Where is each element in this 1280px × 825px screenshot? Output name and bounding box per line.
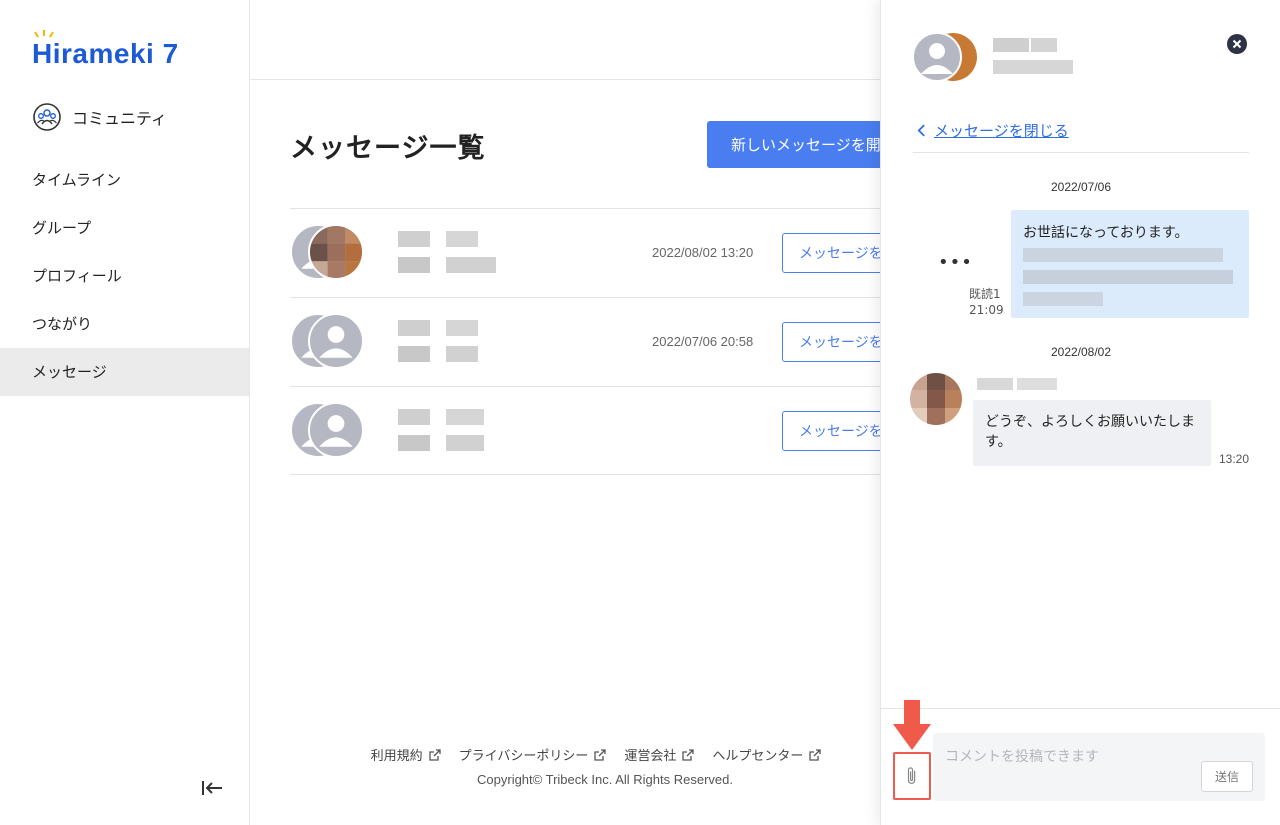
my-message-bubble: お世話になっております。 [1011, 210, 1249, 318]
thread-avatars [290, 224, 370, 282]
collapse-sidebar-icon[interactable] [200, 778, 224, 798]
comment-composer: 送信 [933, 733, 1265, 801]
sidebar-item-profile[interactable]: プロフィール [0, 252, 249, 300]
composer-divider [881, 708, 1280, 709]
thread-avatars [290, 402, 370, 460]
thread-row[interactable]: メッセージを表示 [290, 386, 892, 475]
blurred-participant-name [993, 38, 1073, 74]
read-status: 既読1 21:09 [969, 287, 1004, 317]
comment-input[interactable] [945, 743, 1185, 771]
footer: 利用規約 プライバシーポリシー 運営会社 ヘルプセンター Copyright© … [250, 745, 880, 787]
blurred-message-text [1023, 248, 1233, 306]
date-separator: 2022/07/06 [1050, 180, 1112, 194]
thread-row[interactable]: 2022/08/02 13:20 メッセージを表示 [290, 208, 892, 297]
pointer-arrow-icon [893, 700, 931, 750]
other-message-bubble: どうぞ、よろしくお願いいたします。 [973, 400, 1211, 466]
footer-link-privacy[interactable]: プライバシーポリシー [459, 745, 607, 764]
sidebar-item-timeline[interactable]: タイムライン [0, 156, 249, 204]
chevron-left-icon [917, 124, 925, 137]
divider [913, 152, 1249, 153]
paperclip-icon [907, 767, 916, 784]
footer-link-terms[interactable]: 利用規約 [371, 745, 441, 764]
view-message-button[interactable]: メッセージを表示 [782, 233, 892, 273]
new-message-button[interactable]: 新しいメッセージを開始 [707, 121, 907, 168]
community-label: コミュニティ [72, 109, 168, 128]
blurred-name [398, 320, 478, 362]
sidebar-item-messages[interactable]: メッセージ [0, 348, 249, 396]
more-options-icon[interactable]: ••• [938, 252, 973, 273]
community-link[interactable]: コミュニティ [32, 102, 167, 132]
thread-list: 2022/08/02 13:20 メッセージを表示 2022/07/06 20:… [290, 208, 892, 475]
external-link-icon [428, 748, 441, 761]
thread-date: 2022/08/02 13:20 [652, 245, 754, 260]
message-time: 13:20 [1219, 452, 1250, 466]
sender-avatar [910, 373, 962, 425]
sidebar-item-groups[interactable]: グループ [0, 204, 249, 252]
view-message-button[interactable]: メッセージを表示 [782, 322, 892, 362]
attach-file-button[interactable] [893, 752, 931, 800]
blurred-sender-name [977, 378, 1057, 390]
logo-rays-icon [34, 30, 54, 38]
external-link-icon [682, 748, 695, 761]
thread-avatars [290, 313, 370, 371]
external-link-icon [594, 748, 607, 761]
page-title: メッセージ一覧 [290, 133, 486, 164]
message-panel: メッセージを閉じる 2022/07/06 ••• 既読1 21:09 お世話にな… [880, 0, 1280, 825]
blurred-name [398, 231, 496, 273]
main-content: メッセージ一覧 新しいメッセージを開始 2022/08/02 13:20 メッセ… [250, 0, 907, 825]
blurred-name [398, 409, 484, 451]
footer-link-company[interactable]: 運営会社 [624, 745, 695, 764]
footer-link-help[interactable]: ヘルプセンター [712, 745, 822, 764]
date-separator: 2022/08/02 [1050, 345, 1112, 359]
send-button[interactable]: 送信 [1201, 761, 1253, 792]
avatar [308, 313, 364, 369]
copyright: Copyright© Tribeck Inc. All Rights Reser… [477, 772, 733, 787]
thread-row[interactable]: 2022/07/06 20:58 メッセージを表示 [290, 297, 892, 386]
close-icon[interactable] [1227, 34, 1247, 54]
external-link-icon [809, 748, 822, 761]
sidebar-item-connections[interactable]: つながり [0, 300, 249, 348]
avatar-photo [308, 224, 364, 280]
sidebar-nav: タイムライン グループ プロフィール つながり メッセージ [0, 156, 249, 396]
logo-text: Hirameki 7 [32, 38, 179, 69]
close-message-link[interactable]: メッセージを閉じる [917, 120, 1069, 141]
thread-date: 2022/07/06 20:58 [652, 334, 754, 349]
sidebar: Hirameki 7 コミュニティ タイムライン グループ プロフィール つなが… [0, 0, 250, 825]
avatar [308, 402, 364, 458]
community-icon [33, 103, 61, 131]
view-message-button[interactable]: メッセージを表示 [782, 411, 892, 451]
participant-avatars [913, 32, 977, 82]
top-bar [250, 0, 880, 80]
logo[interactable]: Hirameki 7 [32, 30, 179, 70]
